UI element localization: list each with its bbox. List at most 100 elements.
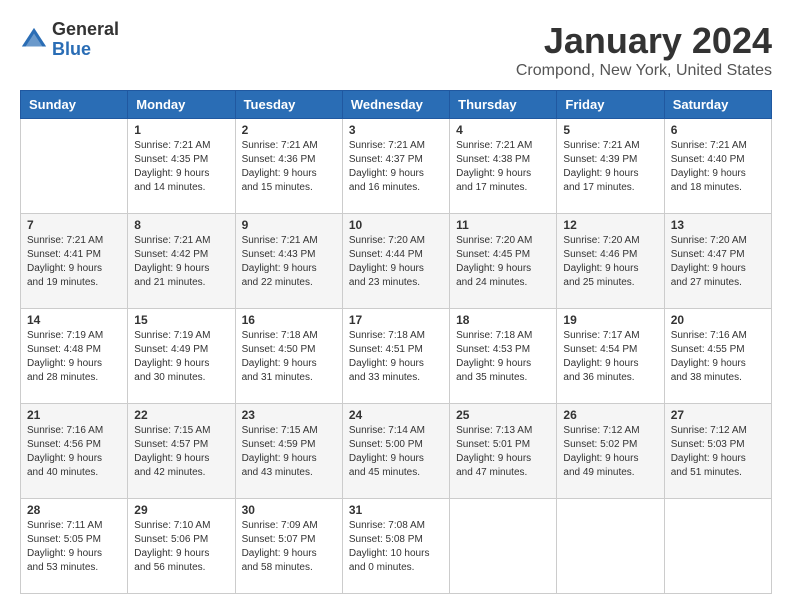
day-info: Sunrise: 7:12 AM Sunset: 5:02 PM Dayligh…: [563, 424, 657, 480]
day-info: Sunrise: 7:19 AM Sunset: 4:48 PM Dayligh…: [27, 329, 121, 385]
calendar-cell: 11 Sunrise: 7:20 AM Sunset: 4:45 PM Dayli…: [450, 214, 557, 309]
calendar-cell: 30Sunrise: 7:09 AM Sunset: 5:07 PM Dayli…: [235, 499, 342, 594]
day-number: 14: [27, 313, 121, 327]
calendar-cell: 15 Sunrise: 7:19 AM Sunset: 4:49 PM Dayli…: [128, 309, 235, 404]
day-number: 24: [349, 408, 443, 422]
day-info: Sunrise: 7:10 AM Sunset: 5:06 PM Dayligh…: [134, 519, 228, 575]
weekday-row: SundayMondayTuesdayWednesdayThursdayFrid…: [21, 91, 772, 119]
day-info: Sunrise: 7:21 AM Sunset: 4:37 PM Dayligh…: [349, 139, 443, 195]
calendar-cell: 8Sunrise: 7:21 AM Sunset: 4:42 PM Daylig…: [128, 214, 235, 309]
calendar-cell: 1Sunrise: 7:21 AM Sunset: 4:35 PM Daylig…: [128, 119, 235, 214]
calendar-cell: 27Sunrise: 7:12 AM Sunset: 5:03 PM Dayli…: [664, 404, 771, 499]
calendar-cell: 26 Sunrise: 7:12 AM Sunset: 5:02 PM Dayli…: [557, 404, 664, 499]
day-info: Sunrise: 7:16 AM Sunset: 4:56 PM Dayligh…: [27, 424, 121, 480]
location: Crompond, New York, United States: [516, 62, 772, 80]
calendar-cell: [21, 119, 128, 214]
calendar-cell: 18Sunrise: 7:18 AM Sunset: 4:53 PM Dayli…: [450, 309, 557, 404]
calendar-cell: 22 Sunrise: 7:15 AM Sunset: 4:57 PM Dayli…: [128, 404, 235, 499]
calendar-cell: 21Sunrise: 7:16 AM Sunset: 4:56 PM Dayli…: [21, 404, 128, 499]
day-number: 30: [242, 503, 336, 517]
calendar-cell: 9 Sunrise: 7:21 AM Sunset: 4:43 PM Daylig…: [235, 214, 342, 309]
week-row-2: 7Sunrise: 7:21 AM Sunset: 4:41 PM Daylig…: [21, 214, 772, 309]
day-info: Sunrise: 7:18 AM Sunset: 4:50 PM Dayligh…: [242, 329, 336, 385]
day-number: 9: [242, 218, 336, 232]
weekday-header-tuesday: Tuesday: [235, 91, 342, 119]
week-row-5: 28 Sunrise: 7:11 AM Sunset: 5:05 PM Dayli…: [21, 499, 772, 594]
day-number: 10: [349, 218, 443, 232]
day-number: 16: [242, 313, 336, 327]
day-number: 26: [563, 408, 657, 422]
calendar-header: SundayMondayTuesdayWednesdayThursdayFrid…: [21, 91, 772, 119]
day-number: 31: [349, 503, 443, 517]
calendar-cell: 7Sunrise: 7:21 AM Sunset: 4:41 PM Daylig…: [21, 214, 128, 309]
page-header: General Blue January 2024 Crompond, New …: [20, 20, 772, 80]
calendar-cell: [450, 499, 557, 594]
day-number: 11: [456, 218, 550, 232]
weekday-header-saturday: Saturday: [664, 91, 771, 119]
calendar-cell: 20Sunrise: 7:16 AM Sunset: 4:55 PM Dayli…: [664, 309, 771, 404]
calendar-cell: 31 Sunrise: 7:08 AM Sunset: 5:08 PM Dayli…: [342, 499, 449, 594]
day-info: Sunrise: 7:15 AM Sunset: 4:57 PM Dayligh…: [134, 424, 228, 480]
week-row-1: 1Sunrise: 7:21 AM Sunset: 4:35 PM Daylig…: [21, 119, 772, 214]
day-info: Sunrise: 7:21 AM Sunset: 4:38 PM Dayligh…: [456, 139, 550, 195]
day-info: Sunrise: 7:19 AM Sunset: 4:49 PM Dayligh…: [134, 329, 228, 385]
day-number: 1: [134, 123, 228, 137]
weekday-header-friday: Friday: [557, 91, 664, 119]
day-number: 17: [349, 313, 443, 327]
calendar-cell: [664, 499, 771, 594]
logo-blue-text: Blue: [52, 40, 119, 60]
day-number: 15: [134, 313, 228, 327]
calendar-cell: 4Sunrise: 7:21 AM Sunset: 4:38 PM Daylig…: [450, 119, 557, 214]
calendar-cell: 5 Sunrise: 7:21 AM Sunset: 4:39 PM Daylig…: [557, 119, 664, 214]
calendar-cell: 17 Sunrise: 7:18 AM Sunset: 4:51 PM Dayli…: [342, 309, 449, 404]
title-section: January 2024 Crompond, New York, United …: [516, 20, 772, 80]
calendar-cell: 19Sunrise: 7:17 AM Sunset: 4:54 PM Dayli…: [557, 309, 664, 404]
day-info: Sunrise: 7:21 AM Sunset: 4:40 PM Dayligh…: [671, 139, 765, 195]
day-number: 19: [563, 313, 657, 327]
day-number: 23: [242, 408, 336, 422]
day-number: 5: [563, 123, 657, 137]
day-info: Sunrise: 7:21 AM Sunset: 4:36 PM Dayligh…: [242, 139, 336, 195]
day-info: Sunrise: 7:18 AM Sunset: 4:51 PM Dayligh…: [349, 329, 443, 385]
day-number: 29: [134, 503, 228, 517]
calendar-cell: 24 Sunrise: 7:14 AM Sunset: 5:00 PM Dayli…: [342, 404, 449, 499]
calendar-cell: 28 Sunrise: 7:11 AM Sunset: 5:05 PM Dayli…: [21, 499, 128, 594]
day-info: Sunrise: 7:20 AM Sunset: 4:45 PM Dayligh…: [456, 234, 550, 290]
day-info: Sunrise: 7:20 AM Sunset: 4:47 PM Dayligh…: [671, 234, 765, 290]
day-info: Sunrise: 7:08 AM Sunset: 5:08 PM Dayligh…: [349, 519, 443, 575]
day-info: Sunrise: 7:21 AM Sunset: 4:41 PM Dayligh…: [27, 234, 121, 290]
day-number: 13: [671, 218, 765, 232]
day-info: Sunrise: 7:21 AM Sunset: 4:43 PM Dayligh…: [242, 234, 336, 290]
week-row-4: 21Sunrise: 7:16 AM Sunset: 4:56 PM Dayli…: [21, 404, 772, 499]
day-number: 12: [563, 218, 657, 232]
day-info: Sunrise: 7:11 AM Sunset: 5:05 PM Dayligh…: [27, 519, 121, 575]
day-info: Sunrise: 7:20 AM Sunset: 4:46 PM Dayligh…: [563, 234, 657, 290]
calendar-cell: 16 Sunrise: 7:18 AM Sunset: 4:50 PM Dayli…: [235, 309, 342, 404]
calendar-cell: 10Sunrise: 7:20 AM Sunset: 4:44 PM Dayli…: [342, 214, 449, 309]
day-number: 22: [134, 408, 228, 422]
calendar-cell: 12 Sunrise: 7:20 AM Sunset: 4:46 PM Dayli…: [557, 214, 664, 309]
week-row-3: 14 Sunrise: 7:19 AM Sunset: 4:48 PM Dayli…: [21, 309, 772, 404]
day-info: Sunrise: 7:18 AM Sunset: 4:53 PM Dayligh…: [456, 329, 550, 385]
day-info: Sunrise: 7:21 AM Sunset: 4:39 PM Dayligh…: [563, 139, 657, 195]
day-info: Sunrise: 7:13 AM Sunset: 5:01 PM Dayligh…: [456, 424, 550, 480]
day-info: Sunrise: 7:15 AM Sunset: 4:59 PM Dayligh…: [242, 424, 336, 480]
calendar-cell: 6 Sunrise: 7:21 AM Sunset: 4:40 PM Daylig…: [664, 119, 771, 214]
day-info: Sunrise: 7:14 AM Sunset: 5:00 PM Dayligh…: [349, 424, 443, 480]
month-title: January 2024: [516, 20, 772, 62]
calendar-cell: 25 Sunrise: 7:13 AM Sunset: 5:01 PM Dayli…: [450, 404, 557, 499]
weekday-header-sunday: Sunday: [21, 91, 128, 119]
day-number: 28: [27, 503, 121, 517]
calendar-cell: 23 Sunrise: 7:15 AM Sunset: 4:59 PM Dayli…: [235, 404, 342, 499]
logo-general-text: General: [52, 20, 119, 40]
calendar-cell: 3 Sunrise: 7:21 AM Sunset: 4:37 PM Daylig…: [342, 119, 449, 214]
calendar-cell: 13 Sunrise: 7:20 AM Sunset: 4:47 PM Dayli…: [664, 214, 771, 309]
day-number: 25: [456, 408, 550, 422]
day-number: 6: [671, 123, 765, 137]
day-info: Sunrise: 7:16 AM Sunset: 4:55 PM Dayligh…: [671, 329, 765, 385]
weekday-header-wednesday: Wednesday: [342, 91, 449, 119]
day-info: Sunrise: 7:21 AM Sunset: 4:42 PM Dayligh…: [134, 234, 228, 290]
logo-icon: [20, 26, 48, 54]
day-number: 3: [349, 123, 443, 137]
weekday-header-monday: Monday: [128, 91, 235, 119]
